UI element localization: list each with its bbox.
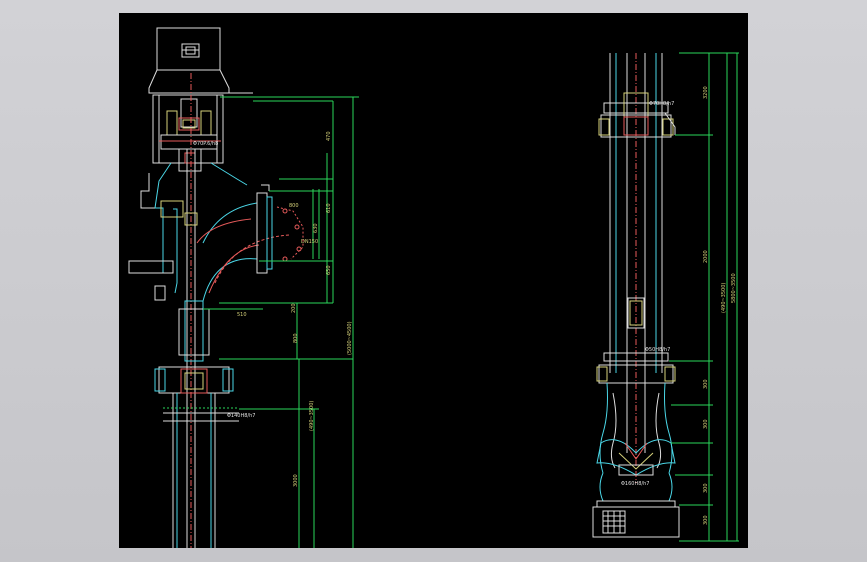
dim-range-left: (490~3500) xyxy=(309,401,315,431)
left-dimension-lines xyxy=(203,96,359,548)
dim-800: 800 xyxy=(293,333,299,343)
dim-200: 200 xyxy=(291,303,297,313)
dim-650: 650 xyxy=(326,265,332,275)
dim-3000: 3000 xyxy=(293,474,299,487)
dim-2000: 2000 xyxy=(703,250,709,263)
dim-470: 470 xyxy=(326,131,332,141)
cad-drawing: 470 610 650 200 800 (490~3500) 3000 (500… xyxy=(128,27,739,548)
dim-300-c: 300 xyxy=(703,483,709,493)
left-pump-view xyxy=(128,27,304,548)
motor-stand xyxy=(148,69,230,94)
dim-300-b: 300 xyxy=(703,419,709,429)
right-dimension-text: 3200 2000 300 300 300 300 (490~3500) 580… xyxy=(621,86,737,525)
drawing-canvas: 470 610 650 200 800 (490~3500) 3000 (500… xyxy=(119,13,748,548)
dim-510: 510 xyxy=(237,312,247,318)
dim-610: 610 xyxy=(326,203,332,213)
dim-3200: 3200 xyxy=(703,86,709,99)
right-dimension-lines xyxy=(669,52,739,542)
dim-300-d: 300 xyxy=(703,515,709,525)
dim-dn150: DN150 xyxy=(301,239,318,245)
dim-total-left: (5000~4500) xyxy=(347,321,353,355)
fit-label-right-mid: Φ50H8/h7 xyxy=(645,347,670,353)
fit-label-column: Φ140H8/h7 xyxy=(227,413,255,419)
fit-label-top: Φ70P.6/h8 xyxy=(193,141,218,147)
right-pump-view xyxy=(592,53,680,538)
fit-label-right-top: Φ70H8/h7 xyxy=(649,101,674,107)
motor-housing xyxy=(156,27,221,71)
dim-300-a: 300 xyxy=(703,379,709,389)
dim-800-top: 800 xyxy=(289,203,299,209)
dim-630: 630 xyxy=(313,223,319,233)
dim-range-right: (490~3500) xyxy=(721,283,727,313)
dim-total-right: 5800~3500 xyxy=(731,273,737,303)
fit-label-right-bottom: Φ160H8/h7 xyxy=(621,481,649,487)
